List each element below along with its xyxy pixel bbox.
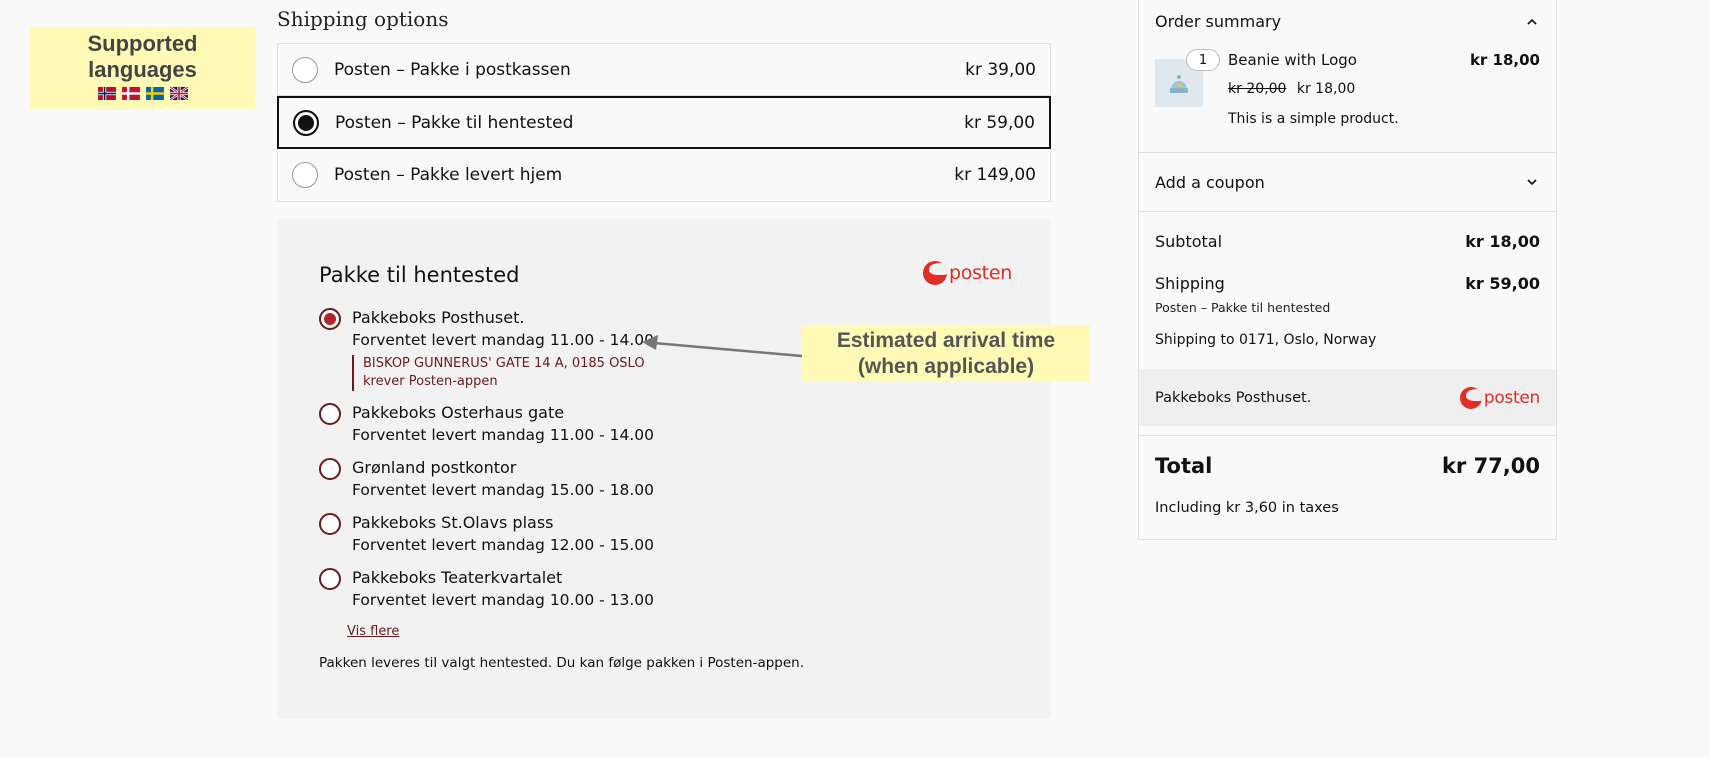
pickup-point-st-olavs[interactable]: Pakkeboks St.Olavs plass Forventet lever… xyxy=(319,512,739,556)
pickup-point-panel: Pakke til hentested posten Pakkeboks Pos… xyxy=(277,219,1051,718)
radio-icon[interactable] xyxy=(319,403,341,425)
posten-logo-icon xyxy=(923,261,947,285)
product-line-total: kr 18,00 xyxy=(1469,51,1540,69)
shipping-option-postkassen[interactable]: Posten – Pakke i postkassen kr 39,00 xyxy=(277,43,1051,96)
shipping-destination: Shipping to 0171, Oslo, Norway xyxy=(1155,332,1377,348)
pickup-point-address-block: BISKOP GUNNERUS' GATE 14 A, 0185 OSLO kr… xyxy=(352,355,654,391)
shipping-option-label: Posten – Pakke levert hjem xyxy=(334,165,563,185)
shipping-method: Posten – Pakke til hentested xyxy=(1155,300,1331,315)
total-label: Total xyxy=(1155,454,1213,478)
pickup-point-note: krever Posten-appen xyxy=(363,374,498,389)
posten-logo-text: posten xyxy=(949,262,1012,284)
shipping-option-hentested[interactable]: Posten – Pakke til hentested kr 59,00 xyxy=(277,96,1051,149)
pickup-point-name: Pakkeboks Osterhaus gate xyxy=(352,403,565,422)
badge-title-line1: Supported xyxy=(87,31,198,56)
pickup-point-eta: Forventet levert mandag 11.00 - 14.00 xyxy=(352,426,655,444)
order-summary-title: Order summary xyxy=(1155,12,1282,31)
posten-logo: posten xyxy=(1459,386,1540,409)
pickup-point-eta: Forventet levert mandag 15.00 - 18.00 xyxy=(352,481,655,499)
chevron-up-icon[interactable] xyxy=(1524,14,1540,30)
shipping-option-label: Posten – Pakke til hentested xyxy=(335,112,574,133)
pickup-point-address: BISKOP GUNNERUS' GATE 14 A, 0185 OSLO xyxy=(363,356,645,371)
radio-icon[interactable] xyxy=(319,513,341,535)
total-value: kr 77,00 xyxy=(1441,454,1540,478)
shipping-option-price: kr 59,00 xyxy=(964,112,1035,133)
pickup-point-name: Grønland postkontor xyxy=(352,458,517,477)
norway-flag-icon xyxy=(97,87,116,100)
cart-item: 1 Beanie with Logo kr 18,00 kr 20,00 kr … xyxy=(1139,43,1556,153)
shipping-options-heading: Shipping options xyxy=(277,7,449,31)
shipping-label: Shipping xyxy=(1155,274,1225,293)
posten-logo-icon xyxy=(1459,386,1482,409)
shipping-option-levert-hjem[interactable]: Posten – Pakke levert hjem kr 149,00 xyxy=(277,149,1051,202)
shipping-value: kr 59,00 xyxy=(1465,274,1540,293)
selected-pickup-name: Pakkeboks Posthuset. xyxy=(1155,389,1312,406)
callout-arrow-icon xyxy=(642,335,803,358)
callout-line1: Estimated arrival time xyxy=(836,329,1056,352)
callout-line2: (when applicable) xyxy=(857,355,1035,378)
product-description: This is a simple product. xyxy=(1228,111,1399,127)
uk-flag-icon xyxy=(168,87,189,100)
supported-languages-badge: Supported languages xyxy=(30,27,255,109)
add-coupon-label: Add a coupon xyxy=(1155,172,1265,192)
badge-title-line2: languages xyxy=(88,57,197,82)
pickup-point-name: Pakkeboks St.Olavs plass xyxy=(352,513,554,532)
flags-row xyxy=(30,87,255,100)
pickup-point-eta: Forventet levert mandag 12.00 - 15.00 xyxy=(352,536,655,554)
subtotal-value: kr 18,00 xyxy=(1465,232,1540,251)
product-price: kr 18,00 xyxy=(1296,81,1356,97)
sweden-flag-icon xyxy=(145,87,164,100)
arrival-time-callout: Estimated arrival time (when applicable) xyxy=(802,325,1090,382)
pickup-point-name: Pakkeboks Teaterkvartalet xyxy=(352,568,563,587)
radio-icon[interactable] xyxy=(319,458,341,480)
pickup-point-eta: Forventet levert mandag 10.00 - 13.00 xyxy=(352,591,655,609)
posten-logo: posten xyxy=(923,261,1012,285)
radio-icon[interactable] xyxy=(292,56,318,83)
subtotal-row: Subtotal kr 18,00 xyxy=(1155,232,1540,251)
order-summary-panel: Order summary 1 Beanie with Logo kr 18,0… xyxy=(1138,0,1557,540)
shipping-options-list: Posten – Pakke i postkassen kr 39,00 Pos… xyxy=(277,43,1051,202)
tax-note: Including kr 3,60 in taxes xyxy=(1155,500,1339,516)
chevron-down-icon[interactable] xyxy=(1524,174,1540,190)
total-block: Total kr 77,00 Including kr 3,60 in taxe… xyxy=(1139,435,1556,535)
product-name: Beanie with Logo xyxy=(1228,51,1357,69)
badge-title: Supported languages xyxy=(30,27,255,83)
radio-selected-icon[interactable] xyxy=(293,109,319,136)
pickup-point-gronland[interactable]: Grønland postkontor Forventet levert man… xyxy=(319,457,739,501)
product-prices: kr 20,00 kr 18,00 xyxy=(1228,81,1355,97)
shipping-row: Shipping kr 59,00 xyxy=(1155,274,1540,293)
radio-icon[interactable] xyxy=(292,162,318,188)
radio-icon[interactable] xyxy=(319,568,341,590)
selected-pickup-point: Pakkeboks Posthuset. posten xyxy=(1139,369,1556,426)
totals-block: Subtotal kr 18,00 Shipping kr 59,00 Post… xyxy=(1139,212,1556,372)
pickup-panel-title: Pakke til hentested xyxy=(319,263,520,287)
beanie-icon xyxy=(1170,75,1188,93)
pickup-point-eta: Forventet levert mandag 11.00 - 14.00 xyxy=(352,331,655,349)
posten-logo-text: posten xyxy=(1483,387,1540,408)
pickup-point-osterhaus[interactable]: Pakkeboks Osterhaus gate Forventet lever… xyxy=(319,402,739,446)
pickup-point-teaterkvartalet[interactable]: Pakkeboks Teaterkvartalet Forventet leve… xyxy=(319,567,739,611)
denmark-flag-icon xyxy=(121,87,140,100)
total-row: Total kr 77,00 xyxy=(1155,454,1540,478)
product-old-price: kr 20,00 xyxy=(1228,81,1287,97)
order-summary-header[interactable]: Order summary xyxy=(1139,0,1556,43)
subtotal-label: Subtotal xyxy=(1155,232,1223,251)
pickup-footer-note: Pakken leveres til valgt hentested. Du k… xyxy=(319,655,805,671)
quantity-badge: 1 xyxy=(1186,49,1220,71)
shipping-option-price: kr 149,00 xyxy=(954,165,1036,185)
shipping-option-label: Posten – Pakke i postkassen xyxy=(334,59,571,80)
radio-selected-icon[interactable] xyxy=(319,308,341,330)
show-more-link[interactable]: Vis flere xyxy=(347,624,399,639)
pickup-point-name: Pakkeboks Posthuset. xyxy=(352,308,525,327)
shipping-option-price: kr 39,00 xyxy=(965,59,1036,80)
add-coupon-toggle[interactable]: Add a coupon xyxy=(1139,153,1556,212)
